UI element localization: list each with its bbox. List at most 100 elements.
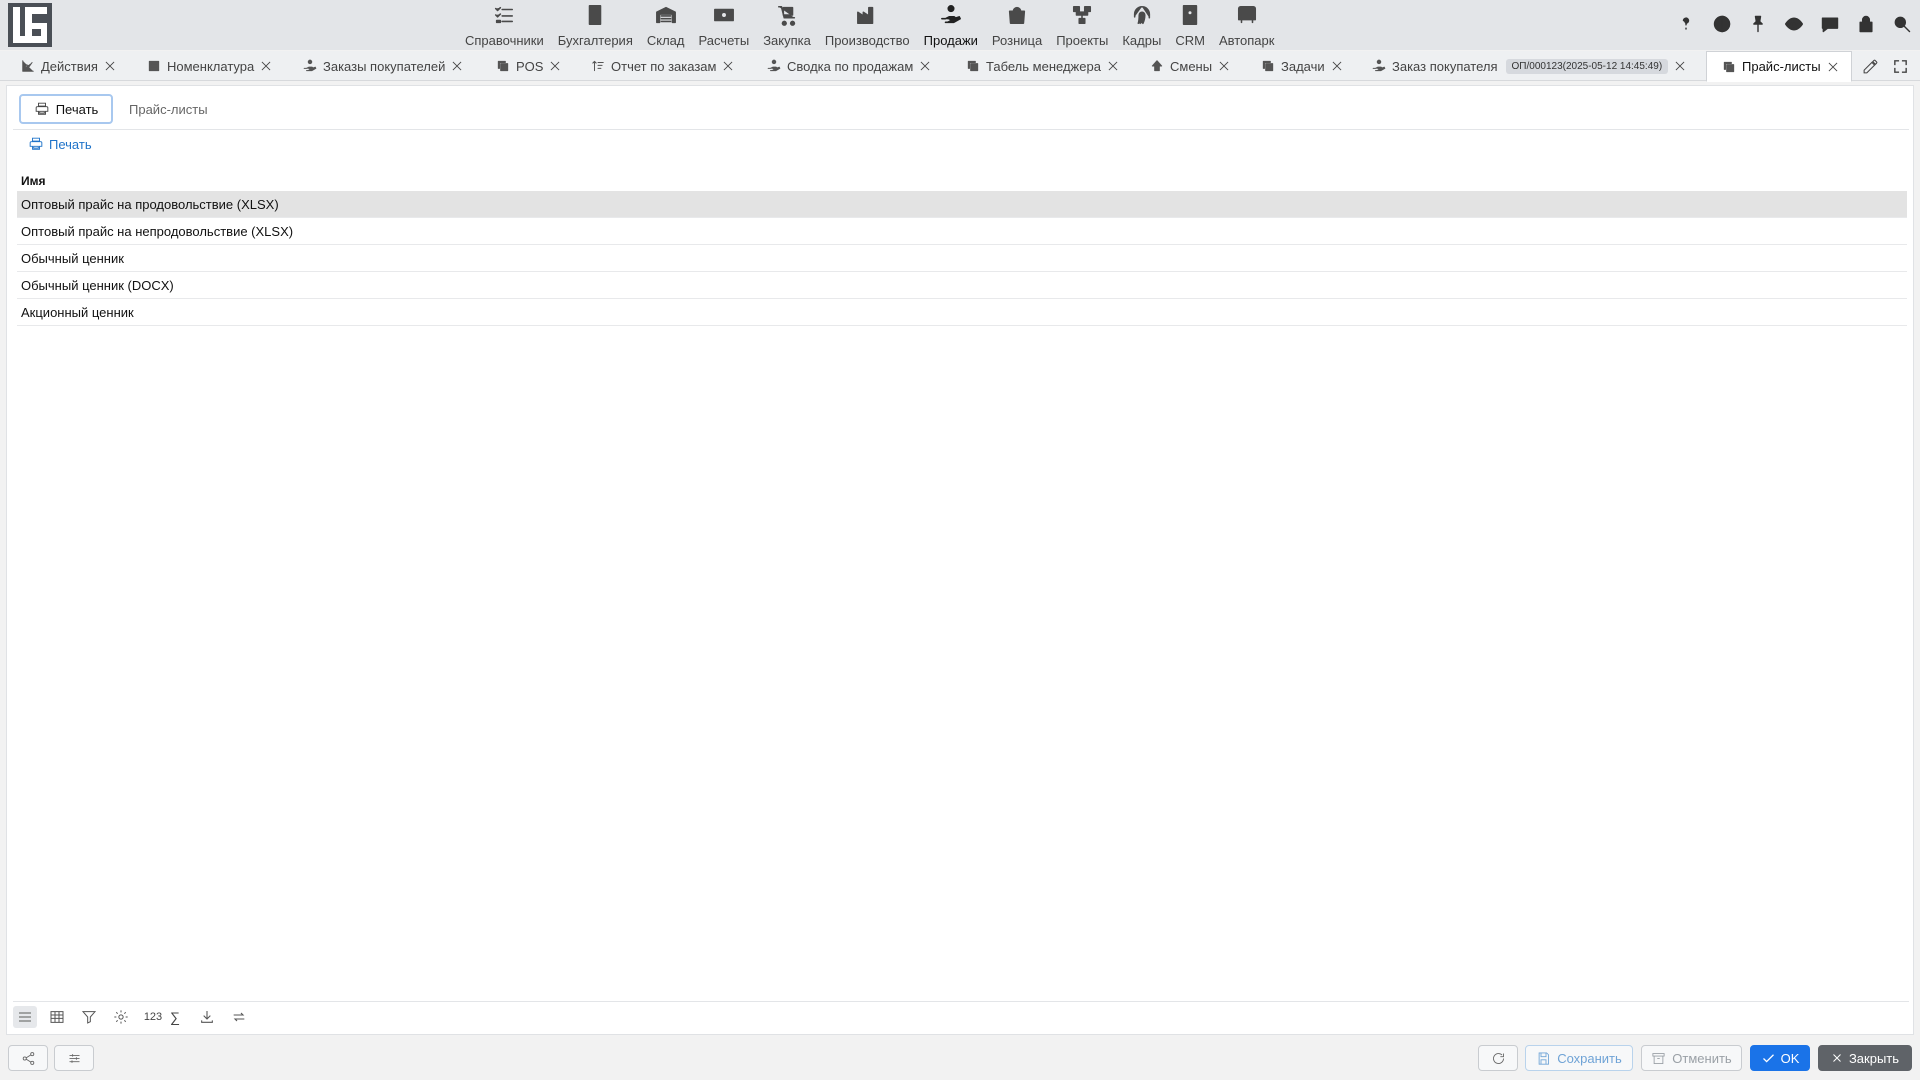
ok-button[interactable]: OK [1750,1045,1810,1071]
module-0[interactable]: Справочники [458,0,551,50]
chat-icon[interactable] [1818,11,1842,37]
help-icon[interactable] [1674,11,1698,37]
doc-tab-8[interactable]: Задачи [1260,51,1345,81]
sum-toggle[interactable]: ∑ [163,1006,187,1028]
fullscreen-icon[interactable] [1890,56,1910,76]
hand-coin-icon [1371,58,1387,74]
column-header-name[interactable]: Имя [17,171,1907,191]
factory-icon [855,3,879,27]
refresh-loop-icon[interactable] [227,1006,251,1028]
doc-tab-6[interactable]: Табель менеджера [965,51,1121,81]
close-label: Закрыть [1848,1050,1900,1066]
module-9[interactable]: Кадры [1115,0,1168,50]
print-action-button[interactable]: Печать [29,134,92,154]
module-label: Справочники [465,33,544,48]
table-row[interactable]: Оптовый прайс на непродовольствие (XLSX) [17,218,1907,245]
table-row[interactable]: Обычный ценник (DOCX) [17,272,1907,299]
edit-pencil-icon[interactable] [1860,56,1880,76]
close-tab-icon[interactable] [1329,58,1345,74]
close-tab-icon[interactable] [1825,59,1841,75]
doc-tab-0[interactable]: Действия [20,51,118,81]
doc-tab-9[interactable]: Заказ покупателя ОП/000123(2025-05-12 14:… [1371,51,1688,81]
tab-price-lists[interactable]: Прайс-листы [129,94,208,124]
search-icon[interactable] [1890,11,1914,37]
bus-icon [1235,3,1259,27]
module-1[interactable]: Бухгалтерия [551,0,640,50]
contrast-icon[interactable] [1710,11,1734,37]
module-4[interactable]: Закупка [756,0,818,50]
table-row[interactable]: Обычный ценник [17,245,1907,272]
share-button[interactable] [8,1045,48,1071]
close-tab-icon[interactable] [917,58,933,74]
doc-tab-label: Действия [41,58,98,74]
hand-coin-icon [766,58,782,74]
download-icon[interactable] [195,1006,219,1028]
sum-label: ∑ [170,1008,180,1025]
eye-icon[interactable] [1782,11,1806,37]
chart-line-icon [20,58,36,74]
close-tab-icon[interactable] [258,58,274,74]
list-view-icon[interactable] [13,1005,37,1028]
cancel-button[interactable]: Отменить [1641,1045,1742,1071]
pin-icon[interactable] [1746,11,1770,37]
filter-icon[interactable] [77,1006,101,1028]
tab-print-label: Печать [55,101,99,117]
close-tab-icon[interactable] [449,58,465,74]
module-6[interactable]: Продажи [917,0,985,50]
module-10[interactable]: CRM [1168,0,1212,50]
module-label: Склад [646,33,685,48]
main-panel: Печать Прайс-листы Печать Имя Оптовый пр… [6,85,1914,1035]
tab-strip-tools [1860,56,1910,76]
lock-icon[interactable] [1854,11,1878,37]
reload-button[interactable] [1478,1045,1518,1071]
close-tab-icon[interactable] [547,58,563,74]
sort-icon [590,58,606,74]
close-icon [1833,1054,1841,1062]
app-logo[interactable] [8,3,52,47]
contact-card-icon [1178,3,1202,27]
table-row[interactable]: Оптовый прайс на продовольствие (XLSX) [17,191,1907,218]
tab-print[interactable]: Печать [19,94,113,124]
close-tab-icon[interactable] [1105,58,1121,74]
form-settings-button[interactable] [54,1045,94,1071]
module-3[interactable]: Расчеты [691,0,756,50]
module-11[interactable]: Автопарк [1212,0,1282,50]
module-8[interactable]: Проекты [1049,0,1115,50]
settings-gear-icon[interactable] [109,1006,133,1028]
cancel-label: Отменить [1672,1050,1732,1066]
doc-tab-label: Номенклатура [167,58,255,74]
module-2[interactable]: Склад [640,0,692,50]
doc-tab-2[interactable]: Заказы покупателей [302,51,465,81]
doc-tab-label: Заказ покупателя [1392,58,1498,74]
copy-icon [495,58,511,74]
save-button[interactable]: Сохранить [1525,1045,1633,1071]
doc-tab-5[interactable]: Сводка по продажам [766,51,933,81]
module-label: Бухгалтерия [557,33,633,48]
close-tab-icon[interactable] [1672,58,1688,74]
close-tab-icon[interactable] [720,58,736,74]
module-7[interactable]: Розница [985,0,1049,50]
doc-tab-1[interactable]: Номенклатура [146,51,274,81]
copy-icon [1260,58,1276,74]
table-view-icon[interactable] [45,1006,69,1028]
save-icon [1538,1051,1550,1065]
printer-icon [29,137,43,150]
module-menu: Справочники Бухгалтерия Склад Расчеты Закупк… [458,0,1281,50]
module-label: CRM [1175,33,1205,48]
doc-tab-10[interactable]: Прайс-листы [1706,51,1852,82]
numbers-toggle[interactable]: 123 [141,1006,165,1028]
warehouse-icon [654,3,678,27]
footer-bar: Сохранить Отменить OK Закрыть [0,1040,1920,1080]
close-button[interactable]: Закрыть [1818,1045,1912,1071]
table-row[interactable]: Акционный ценник [17,299,1907,326]
copy-icon [965,58,981,74]
close-tab-icon[interactable] [1216,58,1232,74]
module-5[interactable]: Производство [818,0,917,50]
close-tab-icon[interactable] [102,58,118,74]
module-label: Расчеты [698,33,750,48]
doc-tab-7[interactable]: Смены [1149,51,1232,81]
module-label: Закупка [763,33,811,48]
doc-tab-4[interactable]: Отчет по заказам [590,51,736,81]
print-action-label: Печать [49,136,92,152]
doc-tab-3[interactable]: POS [495,51,563,81]
